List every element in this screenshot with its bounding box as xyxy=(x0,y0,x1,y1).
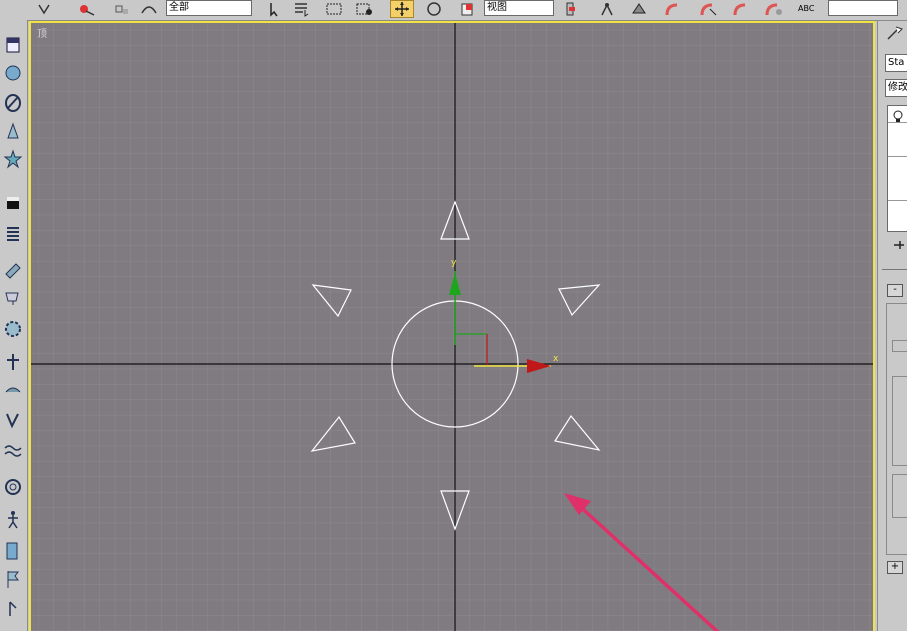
list-divider xyxy=(888,200,907,201)
create-star-icon[interactable] xyxy=(2,148,24,170)
mirror-icon[interactable] xyxy=(762,0,786,18)
create-wave-icon[interactable] xyxy=(2,440,24,462)
create-column-icon[interactable] xyxy=(2,540,24,562)
rollout-collapse-button[interactable]: - xyxy=(887,284,903,297)
parameters-groupbox xyxy=(892,376,907,466)
link-icon[interactable] xyxy=(75,0,99,18)
select-manipulate-icon[interactable] xyxy=(595,0,619,18)
rollout-expand-button[interactable]: + xyxy=(887,561,903,574)
select-object-icon[interactable] xyxy=(262,0,286,18)
snap-toggle-icon[interactable] xyxy=(627,0,651,18)
percent-snap-icon[interactable] xyxy=(697,0,721,18)
chevron-icon[interactable] xyxy=(34,0,58,18)
create-plane-icon[interactable] xyxy=(2,192,24,214)
command-panel: Sta 修改 - + xyxy=(877,21,907,631)
create-tree-icon[interactable] xyxy=(2,350,24,372)
rollout-collapse-label: - xyxy=(893,284,897,295)
create-cylinder-icon[interactable] xyxy=(2,92,24,114)
gizmo-x-label: x xyxy=(553,354,559,364)
create-torus-icon[interactable] xyxy=(2,476,24,498)
create-sphere-icon[interactable] xyxy=(2,62,24,84)
list-divider xyxy=(888,122,907,123)
named-selection-label: ABC xyxy=(798,4,815,13)
selection-filter-dropdown[interactable]: 全部 xyxy=(166,0,252,16)
window-crossing-icon[interactable] xyxy=(352,0,376,18)
create-helper-icon[interactable] xyxy=(2,598,24,620)
create-tube-icon[interactable] xyxy=(2,222,24,244)
pivot-center-icon[interactable] xyxy=(560,0,584,18)
spinner-snap-icon[interactable] xyxy=(730,0,754,18)
create-tab-icon[interactable] xyxy=(884,25,906,46)
bind-space-warp-icon[interactable] xyxy=(137,0,161,18)
viewport-grid xyxy=(31,23,873,631)
panel-separator xyxy=(882,269,907,270)
reference-coordinate-value: 视图 xyxy=(487,2,507,13)
create-teapot-icon[interactable] xyxy=(2,285,24,307)
create-biped-icon[interactable] xyxy=(2,508,24,530)
create-gear-icon[interactable] xyxy=(2,318,24,340)
parameters-groupbox xyxy=(892,474,907,518)
object-name-field[interactable]: Sta xyxy=(885,54,907,72)
create-flag-icon[interactable] xyxy=(2,568,24,590)
angle-snap-icon[interactable] xyxy=(662,0,686,18)
top-viewport[interactable]: 顶 y x xyxy=(29,21,875,631)
named-selection-dropdown[interactable] xyxy=(828,0,898,16)
create-cone-icon[interactable] xyxy=(2,120,24,142)
rollout-expand-label: + xyxy=(890,561,900,572)
create-box-icon[interactable] xyxy=(2,34,24,56)
create-pyramid-icon[interactable] xyxy=(2,258,24,280)
select-by-name-icon[interactable] xyxy=(290,0,314,18)
modifier-list-dropdown[interactable]: 修改 xyxy=(885,79,907,97)
select-and-scale-icon[interactable] xyxy=(456,0,480,18)
modifier-list-value: 修改 xyxy=(888,82,907,93)
unlink-icon[interactable] xyxy=(110,0,134,18)
viewport-canvas[interactable]: y x xyxy=(31,23,875,631)
create-torus-knot-icon[interactable] xyxy=(2,408,24,430)
selection-filter-value: 全部 xyxy=(169,2,189,13)
list-divider xyxy=(888,156,907,157)
gizmo-y-label: y xyxy=(451,258,457,268)
create-hedra-icon[interactable] xyxy=(2,380,24,402)
modifier-stack-list[interactable] xyxy=(887,105,907,232)
pin-stack-icon[interactable] xyxy=(892,239,907,254)
select-and-move-icon[interactable] xyxy=(390,0,414,18)
left-toolbar xyxy=(0,20,28,631)
lightbulb-icon[interactable] xyxy=(892,110,904,127)
parameters-groupbox xyxy=(892,340,907,352)
object-name-value: Sta xyxy=(888,57,905,68)
reference-coordinate-dropdown[interactable]: 视图 xyxy=(484,0,554,16)
main-toolbar: 全部 视图 ABC xyxy=(0,0,907,21)
rectangular-selection-icon[interactable] xyxy=(322,0,346,18)
parameters-rollout xyxy=(886,303,907,555)
select-and-rotate-icon[interactable] xyxy=(422,0,446,18)
